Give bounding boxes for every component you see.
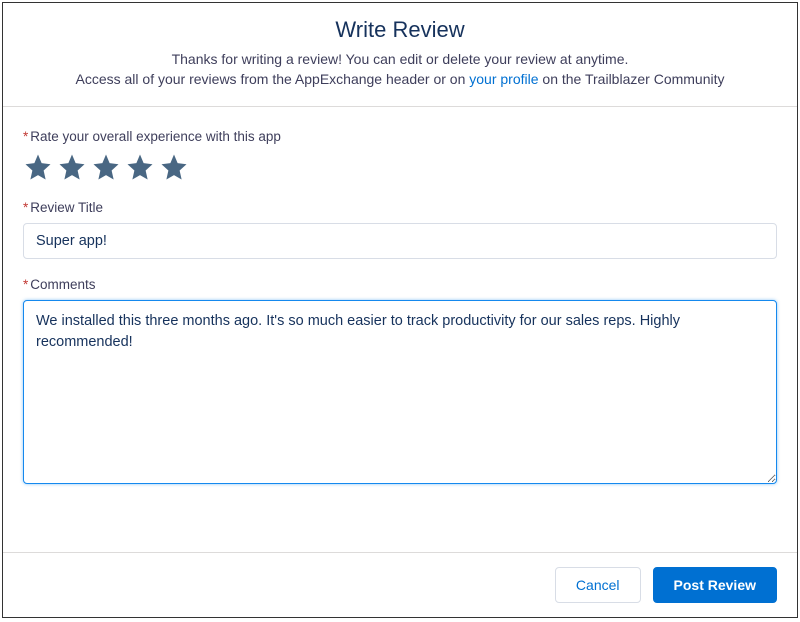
cancel-button[interactable]: Cancel — [555, 567, 641, 603]
star-icon[interactable] — [125, 152, 155, 182]
comments-textarea[interactable] — [23, 300, 777, 484]
required-asterisk: * — [23, 129, 28, 144]
subtitle-line1: Thanks for writing a review! You can edi… — [172, 51, 629, 67]
comments-label: *Comments — [23, 277, 777, 292]
modal-header: Write Review Thanks for writing a review… — [3, 3, 797, 107]
star-rating[interactable] — [23, 152, 777, 182]
required-asterisk: * — [23, 277, 28, 292]
required-asterisk: * — [23, 200, 28, 215]
star-icon[interactable] — [57, 152, 87, 182]
star-icon[interactable] — [23, 152, 53, 182]
review-title-input[interactable] — [23, 223, 777, 259]
subtitle-line2b: on the Trailblazer Community — [539, 71, 725, 87]
star-icon[interactable] — [159, 152, 189, 182]
post-review-button[interactable]: Post Review — [653, 567, 777, 603]
rating-field: *Rate your overall experience with this … — [23, 129, 777, 182]
star-icon[interactable] — [91, 152, 121, 182]
profile-link[interactable]: your profile — [469, 71, 538, 87]
modal-subtitle: Thanks for writing a review! You can edi… — [23, 49, 777, 90]
modal-footer: Cancel Post Review — [3, 552, 797, 617]
write-review-modal: Write Review Thanks for writing a review… — [2, 2, 798, 618]
modal-title: Write Review — [23, 17, 777, 43]
title-label: *Review Title — [23, 200, 777, 215]
title-field: *Review Title — [23, 200, 777, 259]
comments-field: *Comments — [23, 277, 777, 489]
rating-label: *Rate your overall experience with this … — [23, 129, 777, 144]
subtitle-line2a: Access all of your reviews from the AppE… — [76, 71, 470, 87]
modal-body: *Rate your overall experience with this … — [3, 107, 797, 552]
